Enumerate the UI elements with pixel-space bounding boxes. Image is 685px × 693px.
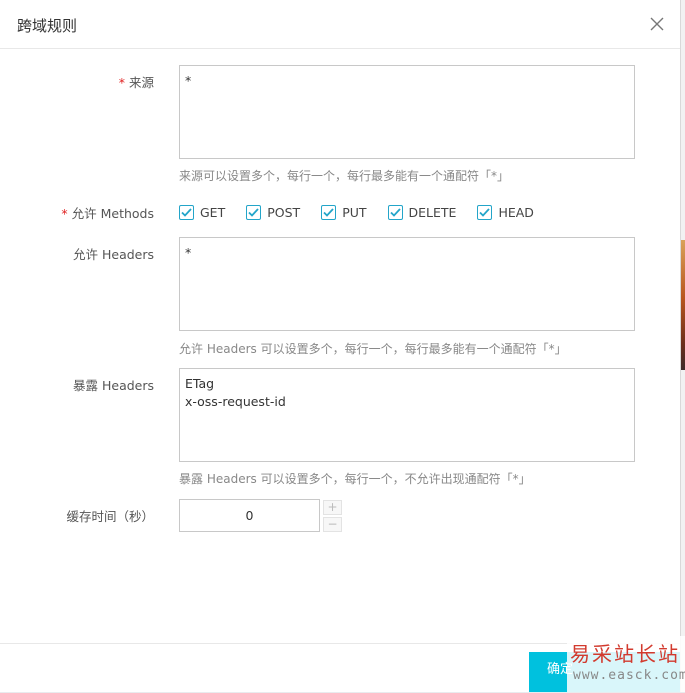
checkbox-label: HEAD <box>498 204 534 220</box>
checkbox-label: DELETE <box>408 204 457 220</box>
check-icon <box>479 207 491 217</box>
watermark: 易采站长站 www.easck.com <box>567 636 685 692</box>
origin-textarea[interactable]: * <box>179 65 635 159</box>
method-checkbox-delete[interactable]: DELETE <box>387 204 457 220</box>
cors-rule-dialog: 跨域规则 * 来源 * 来源可以设置多个，每行一个，每行最多能有一个通配符「*」 … <box>0 0 681 692</box>
method-checkbox-post[interactable]: POST <box>246 204 301 220</box>
required-mark: * <box>61 206 68 221</box>
cache-time-input[interactable]: 0 <box>179 499 320 532</box>
method-checkbox-get[interactable]: GET <box>179 204 226 220</box>
checkbox-box[interactable] <box>246 204 262 220</box>
checkbox-box[interactable] <box>477 204 493 220</box>
decrement-button[interactable]: − <box>323 517 342 532</box>
required-mark: * <box>118 75 125 90</box>
checkbox-label: POST <box>267 204 301 220</box>
method-checkbox-put[interactable]: PUT <box>321 204 367 220</box>
checkbox-label: PUT <box>342 204 367 220</box>
origin-label-text: 来源 <box>128 75 154 90</box>
increment-button[interactable]: + <box>323 500 342 515</box>
dialog-title: 跨域规则 <box>17 17 78 35</box>
origin-label: * 来源 <box>119 72 154 91</box>
check-icon <box>181 207 192 217</box>
methods-label-text: 允许 Methods <box>71 206 154 221</box>
close-icon <box>650 17 664 31</box>
dialog-header: 跨域规则 <box>0 0 680 49</box>
method-checkbox-head[interactable]: HEAD <box>477 204 534 220</box>
checkbox-box[interactable] <box>179 204 194 220</box>
watermark-url: www.easck.com <box>573 668 685 683</box>
checkbox-box[interactable] <box>321 204 337 220</box>
expose-headers-label: 暴露 Headers <box>73 378 154 393</box>
methods-checkbox-group: GET POST PUT DELETE HEAD <box>179 202 555 222</box>
expose-headers-textarea[interactable]: ETag x-oss-request-id <box>179 368 635 462</box>
allow-headers-textarea[interactable]: * <box>179 237 635 331</box>
check-icon <box>248 207 259 217</box>
allow-headers-help-text: 允许 Headers 可以设置多个，每行一个，每行最多能有一个通配符「*」 <box>179 342 567 356</box>
cache-time-label: 缓存时间（秒） <box>66 509 154 524</box>
check-icon <box>323 207 334 217</box>
allow-headers-label: 允许 Headers <box>73 247 154 262</box>
checkbox-box[interactable] <box>387 204 403 220</box>
checkbox-label: GET <box>200 204 226 220</box>
methods-label: * 允许 Methods <box>61 203 154 222</box>
origin-help-text: 来源可以设置多个，每行一个，每行最多能有一个通配符「*」 <box>179 169 510 183</box>
close-button[interactable] <box>646 13 668 35</box>
watermark-text: 易采站长站 <box>570 642 680 666</box>
check-icon <box>389 207 401 217</box>
expose-headers-help-text: 暴露 Headers 可以设置多个，每行一个，不允许出现通配符「*」 <box>179 472 531 486</box>
